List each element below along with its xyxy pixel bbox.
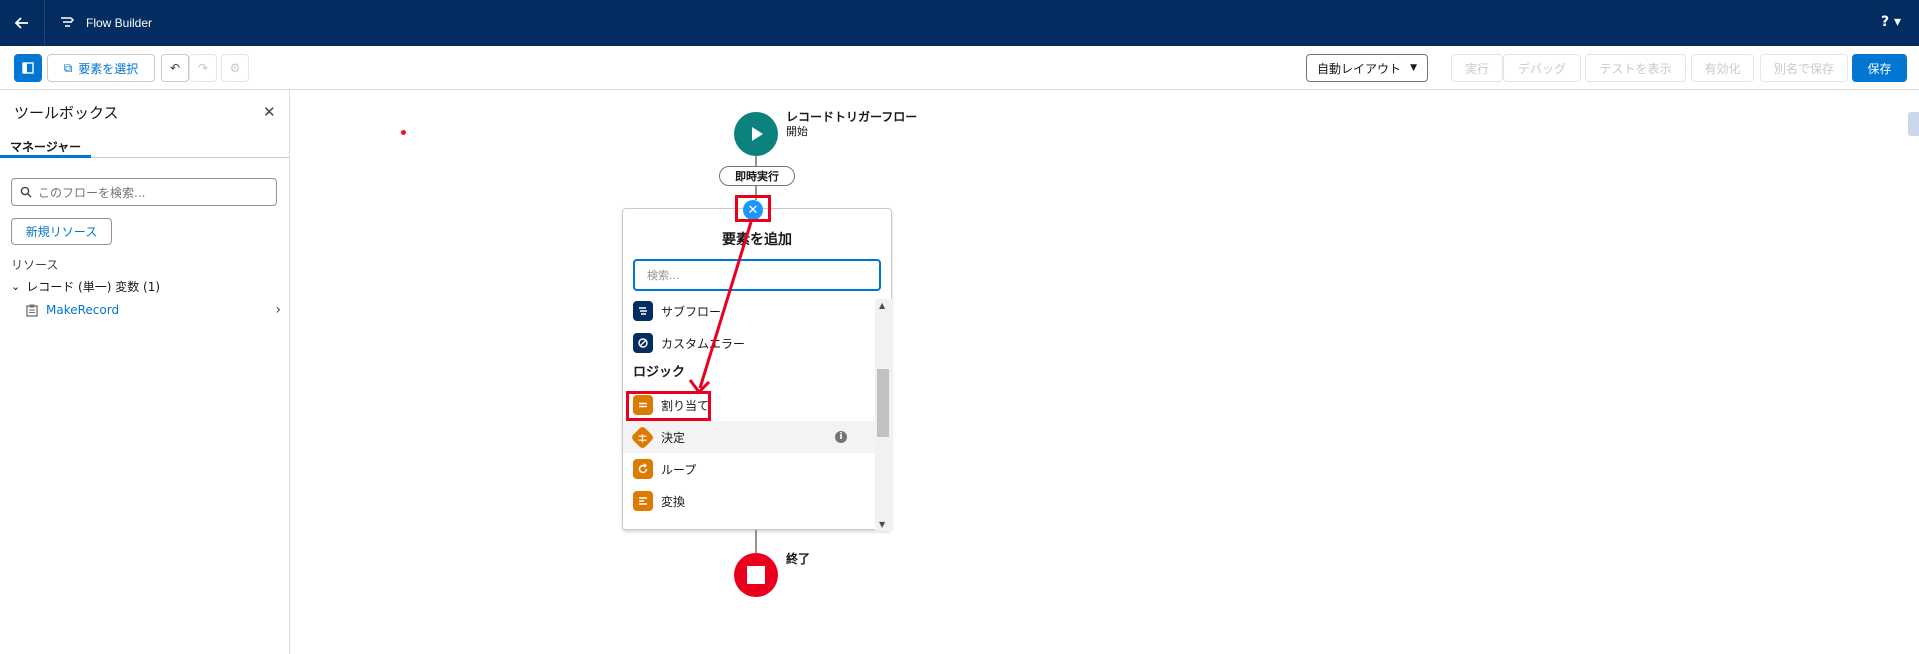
gear-icon: ⚙ [229, 61, 241, 75]
toolbox-search-input[interactable]: このフローを検索... [11, 178, 277, 206]
annotation-arrow [688, 221, 753, 395]
toolbox-tabs: マネージャー [0, 134, 289, 158]
header-divider [44, 0, 45, 46]
app-title: Flow Builder [86, 16, 153, 30]
undo-icon: ↶ [169, 61, 181, 75]
search-icon [20, 186, 32, 198]
help-menu-button[interactable]: ? ▾ [1881, 14, 1901, 30]
chevron-down-icon: ⌄ [11, 280, 21, 293]
redo-button[interactable]: ↷ [189, 54, 217, 82]
layout-select[interactable]: 自動レイアウト ▼ [1306, 54, 1428, 82]
undo-button[interactable]: ↶ [161, 54, 189, 82]
toggle-toolbox-button[interactable] [14, 54, 42, 82]
view-tests-button[interactable]: テストを表示 [1585, 54, 1686, 82]
debug-button[interactable]: デバッグ [1503, 54, 1581, 82]
chevron-right-icon: › [275, 302, 281, 318]
redo-icon: ↷ [197, 61, 209, 75]
settings-button[interactable]: ⚙ [221, 54, 249, 82]
back-button[interactable] [0, 0, 44, 46]
resource-group-label: レコード (単一) 変数 (1) [26, 280, 161, 294]
back-arrow-icon [14, 17, 28, 29]
select-elements-icon: ⧉ [63, 60, 73, 75]
save-button[interactable]: 保存 [1852, 54, 1907, 82]
resource-group-toggle[interactable]: ⌄ レコード (単一) 変数 (1) [11, 278, 160, 295]
search-placeholder: このフローを検索... [38, 185, 146, 200]
flow-canvas[interactable]: レコードトリガーフロー 開始 即時実行 要素を追加 検索... サブフロー カス… [291, 90, 1919, 654]
app-header: Flow Builder ? ▾ [0, 0, 1919, 46]
save-as-button[interactable]: 別名で保存 [1760, 54, 1848, 82]
resources-heading: リソース [11, 258, 59, 272]
select-elements-button[interactable]: ⧉ 要素を選択 [47, 54, 155, 82]
activate-button[interactable]: 有効化 [1691, 54, 1754, 82]
toolbox-panel: ツールボックス ✕ マネージャー このフローを検索... 新規リソース リソース… [0, 90, 290, 654]
chevron-down-icon: ▼ [1410, 63, 1417, 73]
panel-icon [22, 62, 34, 74]
resource-item-label: MakeRecord [46, 303, 120, 317]
resource-item-makerecord[interactable]: MakeRecord › [26, 300, 281, 320]
tab-manager[interactable]: マネージャー [0, 134, 92, 158]
flow-icon [61, 17, 75, 27]
record-icon [26, 304, 38, 317]
new-resource-button[interactable]: 新規リソース [11, 218, 112, 245]
toolbar: ⧉ 要素を選択 ↶ ↷ ⚙ 自動レイアウト ▼ 実行 デバッグ テストを表示 有… [0, 46, 1919, 90]
close-icon[interactable]: ✕ [263, 103, 276, 121]
run-button[interactable]: 実行 [1451, 54, 1503, 82]
toolbox-title: ツールボックス [14, 104, 119, 122]
